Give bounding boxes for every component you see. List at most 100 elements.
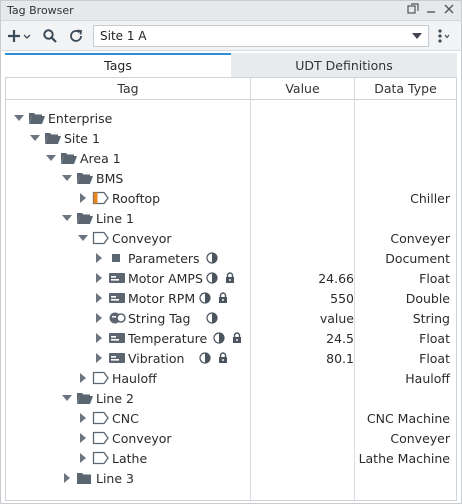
tag-name: Line 3 — [96, 471, 134, 486]
tree-row[interactable]: Rooftop Chiller — [6, 188, 456, 208]
tag-value: 550 — [330, 291, 354, 306]
tree-row[interactable]: String Tag value String — [6, 308, 456, 328]
memory-tag-icon — [108, 351, 125, 365]
tag-data-type: Chiller — [410, 191, 450, 206]
tab-udt-definitions[interactable]: UDT Definitions — [231, 53, 457, 77]
collapse-arrow-icon[interactable] — [30, 133, 40, 143]
tag-data-type: Float — [419, 351, 450, 366]
chevron-down-icon — [412, 33, 422, 39]
udt-instance-icon — [92, 231, 109, 245]
tag-data-type: Document — [385, 251, 450, 266]
udt-instance-icon — [92, 191, 109, 205]
folder-open-icon — [60, 151, 77, 165]
tree-row[interactable]: Hauloff Hauloff — [6, 368, 456, 388]
memory-tag-icon — [108, 331, 125, 345]
status-indicator-icon — [213, 332, 225, 344]
more-menu-icon[interactable] — [433, 26, 453, 46]
status-indicator-icon — [199, 292, 211, 304]
expand-arrow-icon[interactable] — [78, 413, 88, 423]
tree-row[interactable]: Vibration 80.1 Float — [6, 348, 456, 368]
lock-icon — [231, 332, 243, 344]
refresh-icon[interactable] — [67, 26, 85, 46]
tree-row[interactable]: Motor AMPS 24.66 Float — [6, 268, 456, 288]
tag-data-type: String — [412, 311, 450, 326]
tree-row[interactable]: Motor RPM 550 Double — [6, 288, 456, 308]
tag-name: Motor AMPS — [128, 271, 203, 286]
expand-arrow-icon[interactable] — [94, 353, 104, 363]
window-title: Tag Browser — [7, 4, 74, 17]
tag-data-type: Hauloff — [405, 371, 450, 386]
tag-name: Conveyor — [112, 431, 172, 446]
tag-name: Line 1 — [96, 211, 134, 226]
tag-name: Hauloff — [112, 371, 157, 386]
tab-tags[interactable]: Tags — [5, 53, 231, 77]
tree-row[interactable]: Lathe Lathe Machine — [6, 448, 456, 468]
status-indicator-icon — [199, 352, 211, 364]
expand-arrow-icon[interactable] — [78, 193, 88, 203]
folder-open-icon — [44, 131, 61, 145]
tag-value: value — [319, 311, 354, 326]
expand-arrow-icon[interactable] — [94, 253, 104, 263]
tree-row[interactable]: Line 1 — [6, 208, 456, 228]
collapse-arrow-icon[interactable] — [46, 153, 56, 163]
tag-name: Line 2 — [96, 391, 134, 406]
tree-row[interactable]: Line 2 — [6, 388, 456, 408]
document-tag-icon — [108, 251, 124, 265]
lock-icon — [224, 272, 236, 284]
tree-row[interactable]: Enterprise — [6, 108, 456, 128]
tree-row[interactable]: Line 3 — [6, 468, 456, 488]
tag-name: Conveyor — [112, 231, 172, 246]
expand-arrow-icon[interactable] — [78, 433, 88, 443]
column-header-data-type[interactable]: Data Type — [355, 78, 456, 99]
collapse-arrow-icon[interactable] — [78, 233, 88, 243]
expand-arrow-icon[interactable] — [94, 293, 104, 303]
tag-data-type: Lathe Machine — [358, 451, 450, 466]
udt-instance-icon — [92, 371, 109, 385]
tree-row[interactable]: CNC CNC Machine — [6, 408, 456, 428]
tag-provider-dropdown[interactable]: Site 1 A — [93, 25, 429, 47]
title-bar: Tag Browser — [1, 1, 461, 21]
search-icon[interactable] — [41, 26, 59, 46]
tag-name: String Tag — [128, 311, 191, 326]
collapse-arrow-icon[interactable] — [62, 393, 72, 403]
tag-tree-table: Tag Value Data Type Enterprise Site 1 Area… — [5, 77, 457, 501]
tree-row[interactable]: Site 1 — [6, 128, 456, 148]
collapse-arrow-icon[interactable] — [14, 113, 24, 123]
lock-icon — [217, 292, 229, 304]
tree-row[interactable]: Temperature 24.5 Float — [6, 328, 456, 348]
tag-name: Enterprise — [48, 111, 113, 126]
tag-name: Vibration — [128, 351, 185, 366]
close-icon[interactable] — [441, 3, 457, 19]
tree-row[interactable]: Conveyor Conveyer — [6, 228, 456, 248]
tag-name: Motor RPM — [128, 291, 196, 306]
column-header-tag[interactable]: Tag — [6, 78, 250, 99]
tag-browser-window: Tag Browser Site 1 A Tags UDT Definition… — [0, 0, 462, 504]
collapse-arrow-icon[interactable] — [62, 173, 72, 183]
minimize-icon[interactable] — [423, 3, 439, 19]
tree-row[interactable]: Parameters Document — [6, 248, 456, 268]
expand-arrow-icon[interactable] — [78, 373, 88, 383]
tag-data-type: Conveyer — [390, 231, 450, 246]
add-tag-button[interactable] — [7, 26, 33, 46]
expand-arrow-icon[interactable] — [62, 473, 72, 483]
expand-arrow-icon[interactable] — [78, 453, 88, 463]
lock-icon — [217, 352, 229, 364]
tree-row[interactable]: Conveyor Conveyer — [6, 428, 456, 448]
string-tag-icon — [108, 311, 126, 325]
status-indicator-icon — [206, 272, 218, 284]
browser-tabs: Tags UDT Definitions — [5, 53, 457, 77]
tag-data-type: Float — [419, 271, 450, 286]
column-header-value[interactable]: Value — [251, 78, 354, 99]
expand-arrow-icon[interactable] — [94, 273, 104, 283]
tag-value: 80.1 — [326, 351, 354, 366]
tree-row[interactable]: BMS — [6, 168, 456, 188]
status-indicator-icon — [206, 312, 218, 324]
tree-row[interactable]: Area 1 — [6, 148, 456, 168]
popout-icon[interactable] — [405, 3, 421, 19]
expand-arrow-icon[interactable] — [94, 313, 104, 323]
tag-name: Site 1 — [64, 131, 100, 146]
expand-arrow-icon[interactable] — [94, 333, 104, 343]
tag-value: 24.66 — [318, 271, 354, 286]
udt-instance-icon — [92, 431, 109, 445]
collapse-arrow-icon[interactable] — [62, 213, 72, 223]
